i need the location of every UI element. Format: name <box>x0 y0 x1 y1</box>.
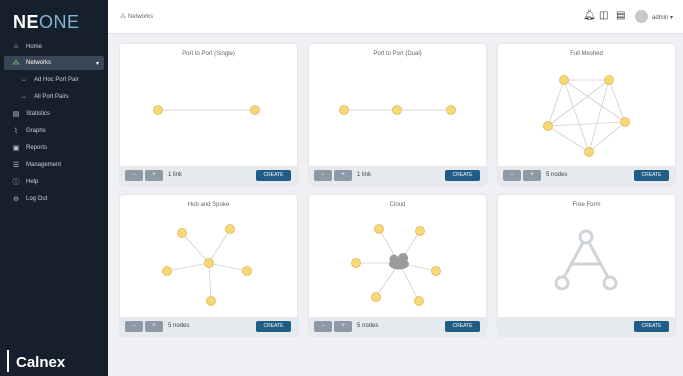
sidebar-item-label: Ad Hoc Port Pair <box>34 76 79 83</box>
sidebar-item-management[interactable]: ☰ Management <box>0 156 108 173</box>
decrement-button[interactable]: − <box>314 321 332 332</box>
increment-button[interactable]: + <box>334 321 352 332</box>
card-title: Port to Port (Single) <box>182 51 235 57</box>
card-title: Free Form <box>572 202 601 208</box>
sidebar-item-label: Networks <box>26 60 52 66</box>
help-icon: ⓘ <box>12 178 20 186</box>
topology-diagram <box>153 105 260 115</box>
statistics-icon: ▤ <box>12 110 20 118</box>
create-button[interactable]: CREATE <box>445 170 480 181</box>
home-icon: ⌂ <box>13 43 19 50</box>
sidebar-item-label: Log Out <box>26 195 48 202</box>
increment-button[interactable]: + <box>145 321 163 332</box>
create-button[interactable]: CREATE <box>634 321 669 332</box>
sidebar-item-label: Management <box>26 161 62 168</box>
increment-button[interactable]: + <box>523 170 541 181</box>
report-icon: ▣ <box>12 144 20 152</box>
topology-diagram <box>162 224 252 306</box>
sidebar-item-help[interactable]: ⓘ Help <box>0 173 108 190</box>
create-button[interactable]: CREATE <box>445 321 480 332</box>
calnex-logo: Calnex <box>16 354 66 371</box>
user-menu[interactable]: admin ▾ <box>652 14 673 21</box>
sidebar-item-label: Reports <box>26 144 48 151</box>
increment-button[interactable]: + <box>145 170 163 181</box>
increment-button[interactable]: + <box>334 170 352 181</box>
sidebar-item-label: Home <box>26 43 43 50</box>
node-count: 5 nodes <box>357 323 379 329</box>
chevron-down-icon[interactable]: ▾ <box>96 60 99 67</box>
bell-icon[interactable]: 🔔︎ <box>583 10 596 21</box>
graph-icon: ⌇ <box>14 127 18 135</box>
sidebar-item-networks[interactable]: ⁂ Networks ▾ <box>4 56 104 70</box>
sidebar-item-statistics[interactable]: ▤ Statistics <box>0 105 108 122</box>
breadcrumb: ⁂ Networks <box>120 13 153 20</box>
sidebar-item-log-out[interactable]: ⊖ Log Out <box>0 190 108 207</box>
network-card-port-to-port-dual[interactable]: Port to Port (Dual) − + 1 link CREATE <box>309 44 486 185</box>
create-button[interactable]: CREATE <box>256 321 291 332</box>
network-icon: ⁂ <box>120 14 126 20</box>
sidebar-item-label: Graphs <box>26 127 46 134</box>
node-count: 5 nodes <box>168 323 190 329</box>
sidebar-item-label: Help <box>26 178 39 185</box>
card-title: Cloud <box>389 202 406 208</box>
sidebar-item-label: Statistics <box>26 110 51 117</box>
document-icon[interactable]: ▤ <box>616 10 625 21</box>
sidebar-item-reports[interactable]: ▣ Reports <box>0 139 108 156</box>
card-footer: − + 1 link CREATE <box>309 166 486 185</box>
sidebar-item-all-port-pairs[interactable]: ↔ All Port Pairs <box>0 88 108 105</box>
create-button[interactable]: CREATE <box>256 170 291 181</box>
sidebar-item-label: All Port Pairs <box>34 93 69 100</box>
sidebar-item-home[interactable]: ⌂ Home <box>0 38 108 55</box>
decrement-button[interactable]: − <box>314 170 332 181</box>
network-card-full-meshed[interactable]: Full Meshed − + 5 nodes CREATE <box>498 44 675 185</box>
breadcrumb-label[interactable]: Networks <box>128 14 153 20</box>
sidebar-nav: ⌂ Home ⁂ Networks ▾ ↔ Ad Hoc Port Pair ↔ All … <box>0 38 108 207</box>
neone-logo[interactable]: NEONE <box>13 12 80 33</box>
node-count: 5 nodes <box>546 172 568 178</box>
port-pair-icon: ↔ <box>21 76 27 83</box>
sidebar-item-graphs[interactable]: ⌇ Graphs <box>0 122 108 139</box>
decrement-button[interactable]: − <box>125 321 143 332</box>
logout-icon: ⊖ <box>13 195 19 203</box>
top-bar: ⁂ Networks 🔔︎ ◫ ▤ admin ▾ <box>108 0 683 34</box>
create-button[interactable]: CREATE <box>634 170 669 181</box>
port-pair-icon: ↔ <box>21 93 27 100</box>
network-card-port-to-port-single[interactable]: Port to Port (Single) − + 1 link CREATE <box>120 44 297 185</box>
topology-diagram <box>351 224 441 306</box>
card-footer: CREATE <box>498 317 675 336</box>
card-footer: − + 1 link CREATE <box>120 166 297 185</box>
topology-diagram <box>339 105 456 115</box>
network-card-free-form[interactable]: Free Form CREATE <box>498 195 675 336</box>
card-footer: − + 5 nodes CREATE <box>120 317 297 336</box>
network-card-hub-and-spoke[interactable]: Hub and Spoke − + 5 nodes CREATE <box>120 195 297 336</box>
decrement-button[interactable]: − <box>125 170 143 181</box>
brand-divider <box>7 350 9 372</box>
topology-diagram <box>543 75 630 157</box>
layout-icon[interactable]: ◫ <box>599 10 608 21</box>
decrement-button[interactable]: − <box>503 170 521 181</box>
node-count: 1 link <box>357 172 372 178</box>
card-title: Full Meshed <box>570 51 603 57</box>
free-form-icon <box>554 229 618 291</box>
sidebar-item-ad-hoc-port-pair[interactable]: ↔ Ad Hoc Port Pair <box>0 71 108 88</box>
avatar[interactable] <box>635 10 648 23</box>
card-footer: − + 5 nodes CREATE <box>309 317 486 336</box>
card-title: Port to Port (Dual) <box>373 51 422 57</box>
username: admin <box>652 15 669 21</box>
network-card-cloud[interactable]: Cloud − + 5 nodes CREATE <box>309 195 486 336</box>
card-title: Hub and Spoke <box>187 202 230 208</box>
sidebar: NEONE ⌂ Home ⁂ Networks ▾ ↔ Ad Hoc Port Pair… <box>0 0 108 376</box>
network-icon: ⁂ <box>12 60 20 67</box>
card-footer: − + 5 nodes CREATE <box>498 166 675 185</box>
node-count: 1 link <box>168 172 183 178</box>
management-icon: ☰ <box>12 161 20 169</box>
